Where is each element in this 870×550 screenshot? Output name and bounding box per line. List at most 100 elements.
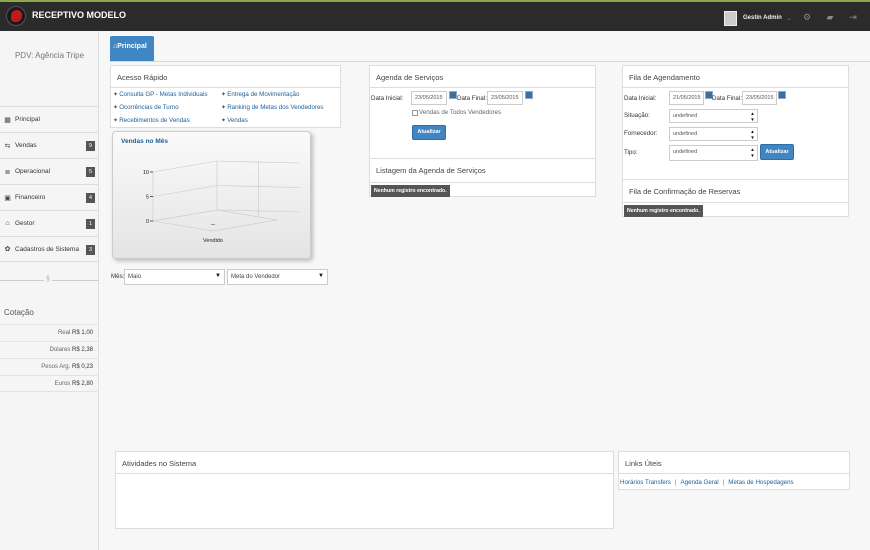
- currency-value: R$ 2,38: [71, 347, 93, 353]
- sidebar-item-label: Principal: [15, 116, 40, 123]
- logout-icon[interactable]: ⇥: [848, 12, 858, 22]
- chart-svg: 0 5 10 Vendido: [143, 160, 301, 244]
- user-name[interactable]: Gestin Admin: [743, 15, 782, 21]
- panel-title: Fila de Agendamento: [623, 66, 848, 88]
- sidebar-item-cadastros[interactable]: ✿ Cadastros de Sistema 3: [0, 236, 99, 262]
- currency-label: Euros: [54, 381, 71, 387]
- sidebar-item-label: Operacional: [15, 168, 51, 175]
- grid-icon: ▦: [4, 116, 11, 124]
- atualizar-button[interactable]: Atualizar: [412, 125, 446, 140]
- sidebar-item-financeiro[interactable]: ▣ Financeiro 4: [0, 184, 99, 210]
- sidebar-item-label: Vendas: [15, 142, 37, 149]
- checkbox-label: Vendas de Todos Vendedores: [419, 109, 502, 116]
- fila-agendamento-panel: Fila de Agendamento Data Inicial: 21/05/…: [622, 65, 849, 217]
- spinner-icon[interactable]: ▲ ▼: [749, 147, 756, 159]
- count-badge: 5: [86, 167, 95, 177]
- calendar-icon[interactable]: [449, 91, 457, 99]
- link-metas-hospedagens[interactable]: Metas de Hospedagens: [728, 479, 793, 486]
- currency-label: Real: [57, 330, 71, 336]
- sidebar-item-gestor[interactable]: ⌂ Gestor 1: [0, 210, 99, 236]
- gear-icon[interactable]: ⚙: [802, 12, 812, 22]
- logo[interactable]: [6, 6, 26, 26]
- sidebar-item-principal[interactable]: ▦ Principal: [0, 106, 99, 132]
- quick-link[interactable]: Vendas: [221, 117, 248, 124]
- tab-label: Principal: [117, 43, 147, 50]
- mes-value: Maio: [128, 274, 142, 280]
- calendar-icon[interactable]: [525, 91, 533, 99]
- spin-down-icon[interactable]: ▼: [749, 153, 756, 159]
- data-inicial-input[interactable]: 21/05/2015: [669, 91, 704, 105]
- todos-vendedores-checkbox[interactable]: [412, 110, 418, 116]
- data-final-input[interactable]: 23/05/2015: [487, 91, 523, 105]
- fornecedor-label: Fornecedor:: [624, 130, 658, 137]
- currency-value: R$ 0,23: [71, 364, 93, 370]
- currency-label: Pesos Arg.: [41, 364, 71, 370]
- quick-link[interactable]: Ocorrências de Turno: [113, 104, 179, 111]
- listagem-title: Listagem da Agenda de Serviços: [376, 166, 486, 175]
- empty-message: Nenhum registro encontrado.: [624, 205, 703, 217]
- data-inicial-input[interactable]: 23/05/2015: [411, 91, 447, 105]
- meta-select[interactable]: Meta do Vendedor ▼: [227, 269, 328, 285]
- floor-right-edge: [212, 219, 278, 232]
- tipo-value: undefined: [673, 149, 698, 155]
- atualizar-button[interactable]: Atualizar: [760, 144, 794, 160]
- avatar[interactable]: [724, 10, 737, 26]
- sidebar-item-label: Cadastros de Sistema: [15, 245, 79, 253]
- quick-link[interactable]: Entrega de Movimentação: [221, 91, 299, 98]
- sidebar-nav: ▦ Principal ⇆ Vendas 9 ≣ Operacional 5 ▣…: [0, 106, 99, 262]
- tab-principal[interactable]: ⌂Principal: [110, 36, 154, 61]
- chevron-down-icon[interactable]: ⌄: [787, 15, 792, 22]
- x-axis-label: Vendido: [203, 238, 223, 244]
- gridline: [152, 209, 218, 222]
- y-tick-label: 10: [143, 170, 149, 176]
- sidebar-item-operacional[interactable]: ≣ Operacional 5: [0, 158, 99, 184]
- tipo-label: Tipo:: [624, 149, 638, 156]
- sidebar-item-vendas[interactable]: ⇆ Vendas 9: [0, 132, 99, 158]
- gridline: [152, 185, 218, 197]
- tab-underline: [110, 61, 870, 62]
- fornecedor-select[interactable]: undefined ▲ ▼: [669, 127, 758, 141]
- sidebar-item-label: Financeiro: [15, 194, 46, 201]
- chevron-down-icon: ▼: [318, 273, 324, 279]
- floor-front-edge: [152, 220, 214, 232]
- situacao-select[interactable]: undefined ▲ ▼: [669, 109, 758, 123]
- situacao-value: undefined: [673, 113, 698, 119]
- link-horarios-transfers[interactable]: Horários Transfers: [620, 479, 671, 486]
- cotacao-title: Cotação: [4, 308, 34, 317]
- calendar-icon[interactable]: [778, 91, 786, 99]
- currency-label: Dolares: [49, 347, 71, 353]
- money-icon: ▣: [4, 194, 11, 202]
- panel-title: Links Úteis: [619, 452, 849, 474]
- quick-link[interactable]: Ranking de Metas dos Vendedores: [221, 104, 323, 111]
- gear-icon: ✿: [4, 246, 11, 253]
- chat-icon[interactable]: ▰: [825, 12, 835, 22]
- vendas-chart: Vendas no Mês 0 5 10 Vendido: [112, 131, 311, 259]
- mes-select[interactable]: Maio ▼: [124, 269, 225, 285]
- link-agenda-geral[interactable]: Agenda Geral: [681, 479, 719, 486]
- situacao-label: Situação:: [624, 112, 650, 119]
- acesso-rapido-panel: Acesso Rápido Consulta GP - Metas Indivi…: [110, 65, 341, 128]
- count-badge: 9: [86, 141, 95, 151]
- divider: [370, 182, 595, 183]
- count-badge: 4: [86, 193, 95, 203]
- fornecedor-value: undefined: [673, 131, 698, 137]
- tipo-select[interactable]: undefined ▲ ▼: [669, 145, 758, 161]
- link-separator: |: [722, 479, 725, 486]
- panel-title: Acesso Rápido: [111, 66, 340, 88]
- data-final-input[interactable]: 23/05/2015: [742, 91, 777, 105]
- divider: [623, 202, 848, 203]
- spin-down-icon[interactable]: ▼: [749, 135, 756, 141]
- quick-link[interactable]: Consulta GP - Metas Individuais: [113, 91, 207, 98]
- currency-value: R$ 1,00: [71, 330, 93, 336]
- spinner-icon[interactable]: ▲ ▼: [749, 129, 756, 141]
- quick-link[interactable]: Recebimentos de Vendas: [113, 117, 190, 124]
- currency-value: R$ 2,80: [71, 381, 93, 387]
- count-badge: 3: [86, 245, 95, 255]
- links-list: Horários Transfers | Agenda Geral | Metas de…: [620, 479, 794, 486]
- divider: [370, 158, 595, 159]
- spinner-icon[interactable]: ▲ ▼: [749, 111, 756, 123]
- user-menu[interactable]: Gestin Admin ⌄: [724, 7, 792, 29]
- data-final-label: Data Final:: [712, 95, 742, 102]
- bank-icon: ⌂: [5, 220, 10, 227]
- spin-down-icon[interactable]: ▼: [749, 117, 756, 123]
